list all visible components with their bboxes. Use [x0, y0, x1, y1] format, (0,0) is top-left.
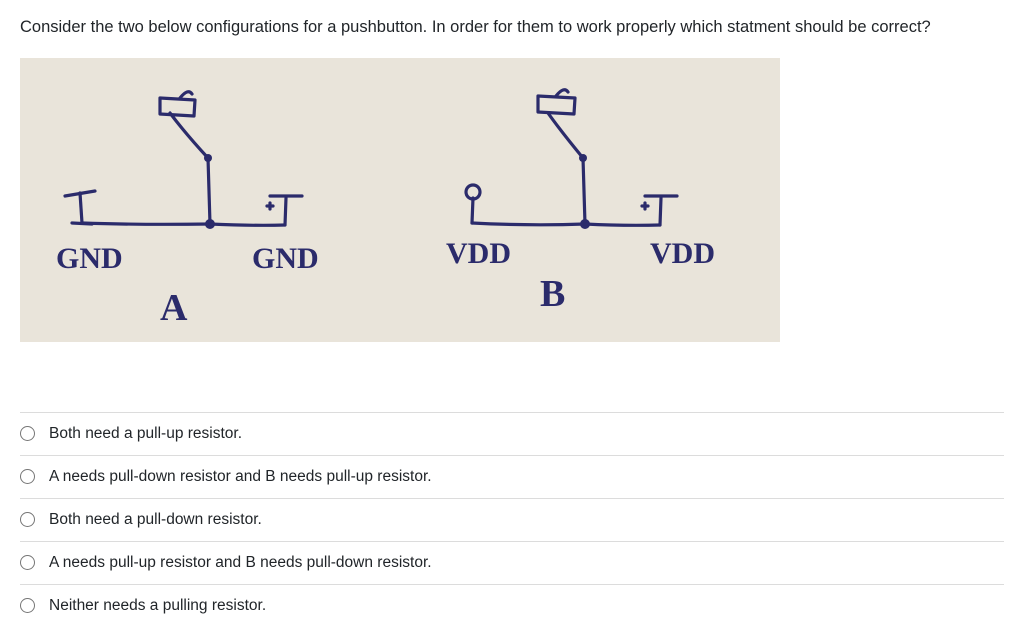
option-radio[interactable]: [20, 555, 35, 570]
option-row[interactable]: A needs pull-up resistor and B needs pul…: [20, 542, 1004, 585]
diagram-b-right-label: VDD: [650, 237, 715, 270]
diagram-a-tag: A: [160, 287, 188, 329]
option-radio[interactable]: [20, 469, 35, 484]
option-row[interactable]: Both need a pull-down resistor.: [20, 499, 1004, 542]
option-label[interactable]: A needs pull-up resistor and B needs pul…: [49, 554, 432, 572]
option-row[interactable]: Both need a pull-up resistor.: [20, 413, 1004, 456]
circuit-diagram-image: GND GND A VDD VDD B: [20, 58, 780, 342]
option-label[interactable]: A needs pull-down resistor and B needs p…: [49, 468, 432, 486]
diagram-a-left-label: GND: [56, 242, 123, 275]
option-label[interactable]: Both need a pull-up resistor.: [49, 425, 242, 443]
diagram-a-right-label: GND: [252, 242, 319, 275]
option-radio[interactable]: [20, 598, 35, 613]
diagram-b-tag: B: [540, 273, 565, 315]
option-label[interactable]: Both need a pull-down resistor.: [49, 511, 262, 529]
option-row[interactable]: A needs pull-down resistor and B needs p…: [20, 456, 1004, 499]
answer-options: Both need a pull-up resistor. A needs pu…: [20, 412, 1004, 627]
diagram-b-left-label: VDD: [446, 237, 511, 270]
option-radio[interactable]: [20, 426, 35, 441]
option-radio[interactable]: [20, 512, 35, 527]
option-label[interactable]: Neither needs a pulling resistor.: [49, 597, 266, 615]
option-row[interactable]: Neither needs a pulling resistor.: [20, 585, 1004, 627]
question-prompt: Consider the two below configurations fo…: [20, 16, 1004, 40]
